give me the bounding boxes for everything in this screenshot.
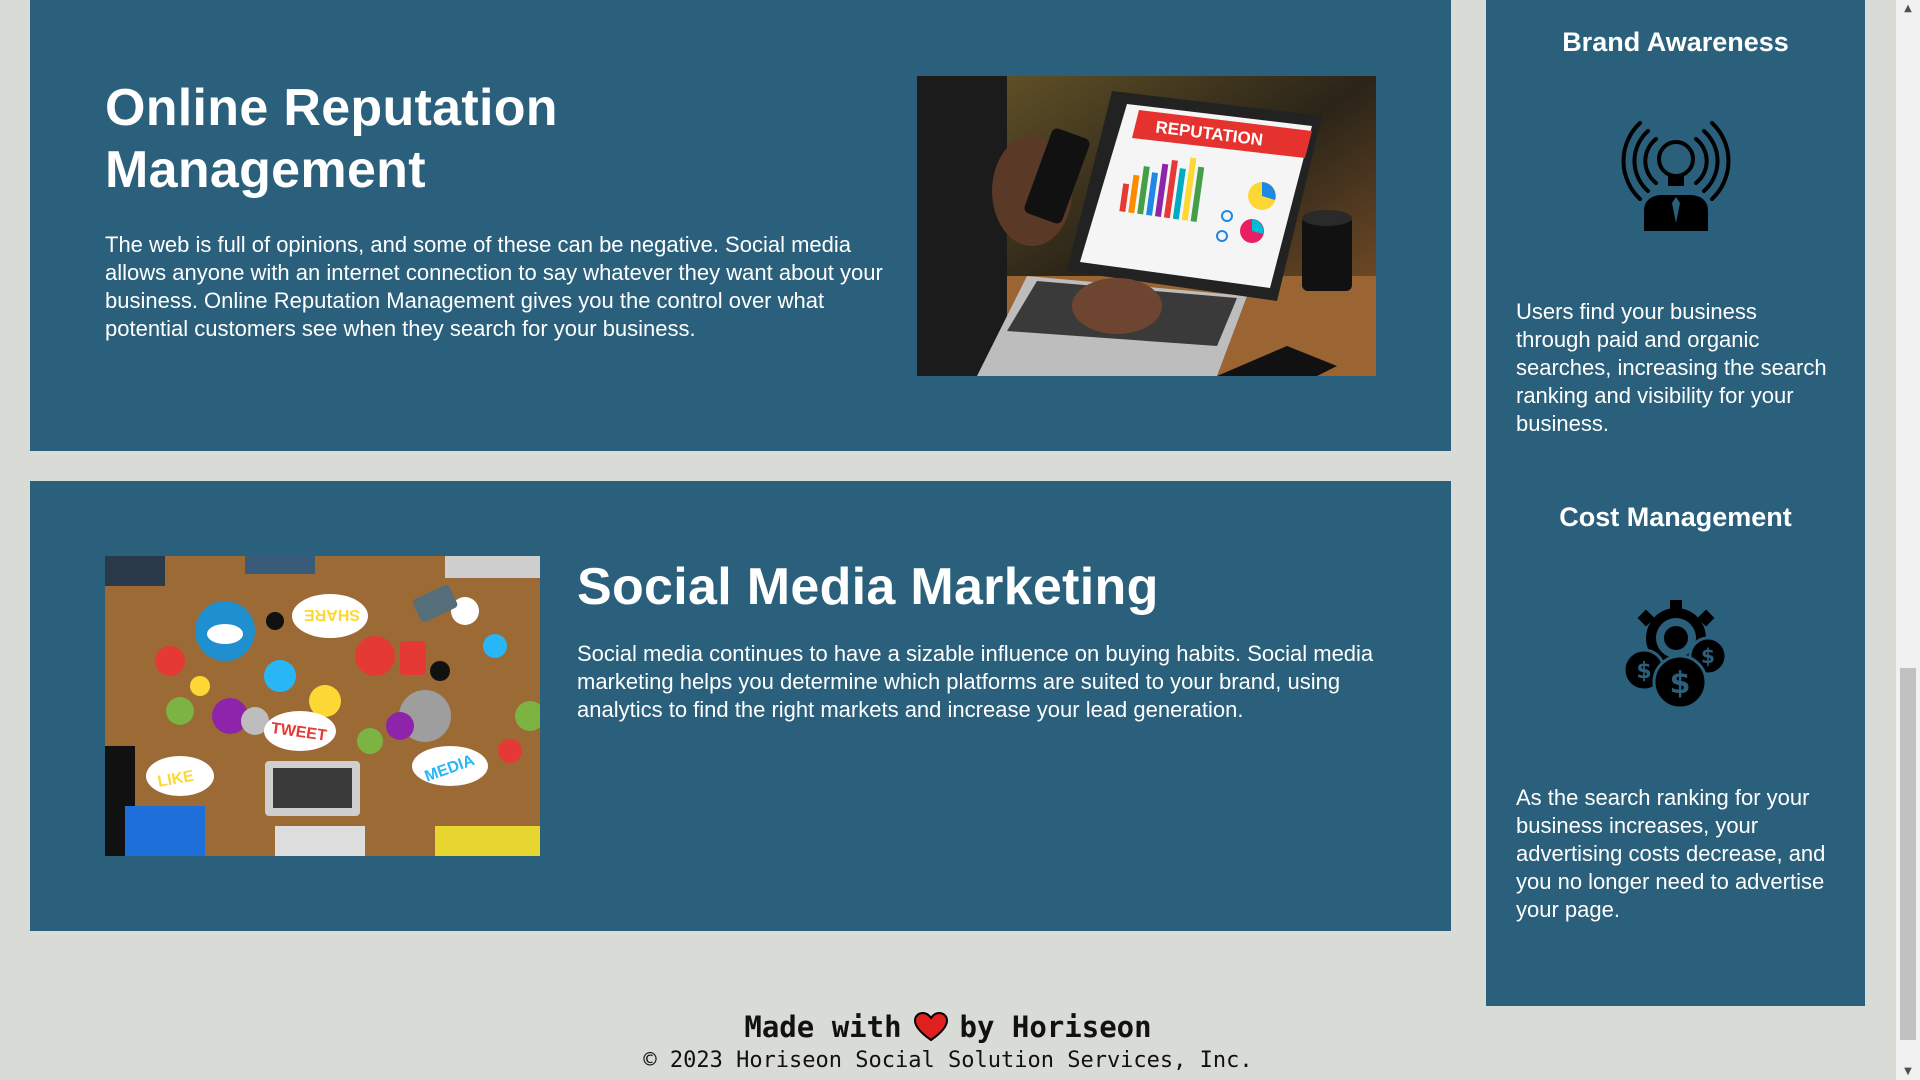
footer-made-with: Made with by Horiseon	[0, 1008, 1896, 1046]
footer-made-with-text: Made with	[744, 1010, 902, 1044]
broadcast-person-icon	[1621, 121, 1730, 231]
orm-text-block: Online Reputation Management The web is …	[105, 77, 905, 343]
footer-by-text: by Horiseon	[959, 1010, 1152, 1044]
cost-gears-icon: $ $ $	[1622, 600, 1727, 710]
social-media-marketing-section: SHARE TWEET LIKE MEDIA Social Media Mark…	[30, 481, 1451, 931]
heart-icon	[913, 1012, 948, 1042]
scroll-down-arrow-icon[interactable]: ▼	[1896, 1063, 1920, 1080]
online-reputation-management-section: Online Reputation Management The web is …	[30, 0, 1451, 451]
page-content: Online Reputation Management The web is …	[0, 0, 1896, 1080]
cost-management-body: As the search ranking for your business …	[1516, 785, 1826, 922]
benefits-sidebar: Brand Awareness Users find your business…	[1486, 0, 1865, 1006]
svg-text:$: $	[1701, 644, 1715, 668]
brand-awareness-body: Users find your business through paid an…	[1516, 299, 1827, 436]
svg-text:$: $	[1636, 659, 1651, 684]
orm-heading: Online Reputation Management	[105, 79, 558, 199]
page-footer: Made with by Horiseon © 2023 Horiseon So…	[0, 1008, 1896, 1074]
reputation-laptop-illustration: REPUTATION	[917, 76, 1376, 376]
vertical-scrollbar[interactable]: ▲ ▼	[1896, 0, 1920, 1080]
scroll-up-arrow-icon[interactable]: ▲	[1896, 0, 1920, 17]
orm-body: The web is full of opinions, and some of…	[105, 232, 883, 341]
benefit-brand-awareness: Brand Awareness Users find your business…	[1486, 25, 1865, 438]
reputation-laptop-image: REPUTATION	[917, 76, 1376, 376]
smm-body: Social media continues to have a sizable…	[577, 641, 1374, 722]
smm-text-block: Social Media Marketing Social media cont…	[577, 556, 1397, 724]
brand-awareness-heading: Brand Awareness	[1562, 27, 1789, 57]
footer-copyright: © 2023 Horiseon Social Solution Services…	[643, 1048, 1253, 1073]
svg-text:$: $	[1669, 666, 1690, 701]
social-media-collage-image: SHARE TWEET LIKE MEDIA	[105, 556, 540, 856]
scrollbar-thumb[interactable]	[1900, 668, 1916, 1040]
benefit-cost-management: Cost Management $ $ $ As the search rank…	[1486, 500, 1865, 924]
social-media-illustration: SHARE TWEET LIKE MEDIA	[105, 556, 540, 856]
smm-heading: Social Media Marketing	[577, 558, 1159, 616]
smm-word-share: SHARE	[304, 606, 360, 623]
cost-management-heading: Cost Management	[1559, 502, 1792, 532]
